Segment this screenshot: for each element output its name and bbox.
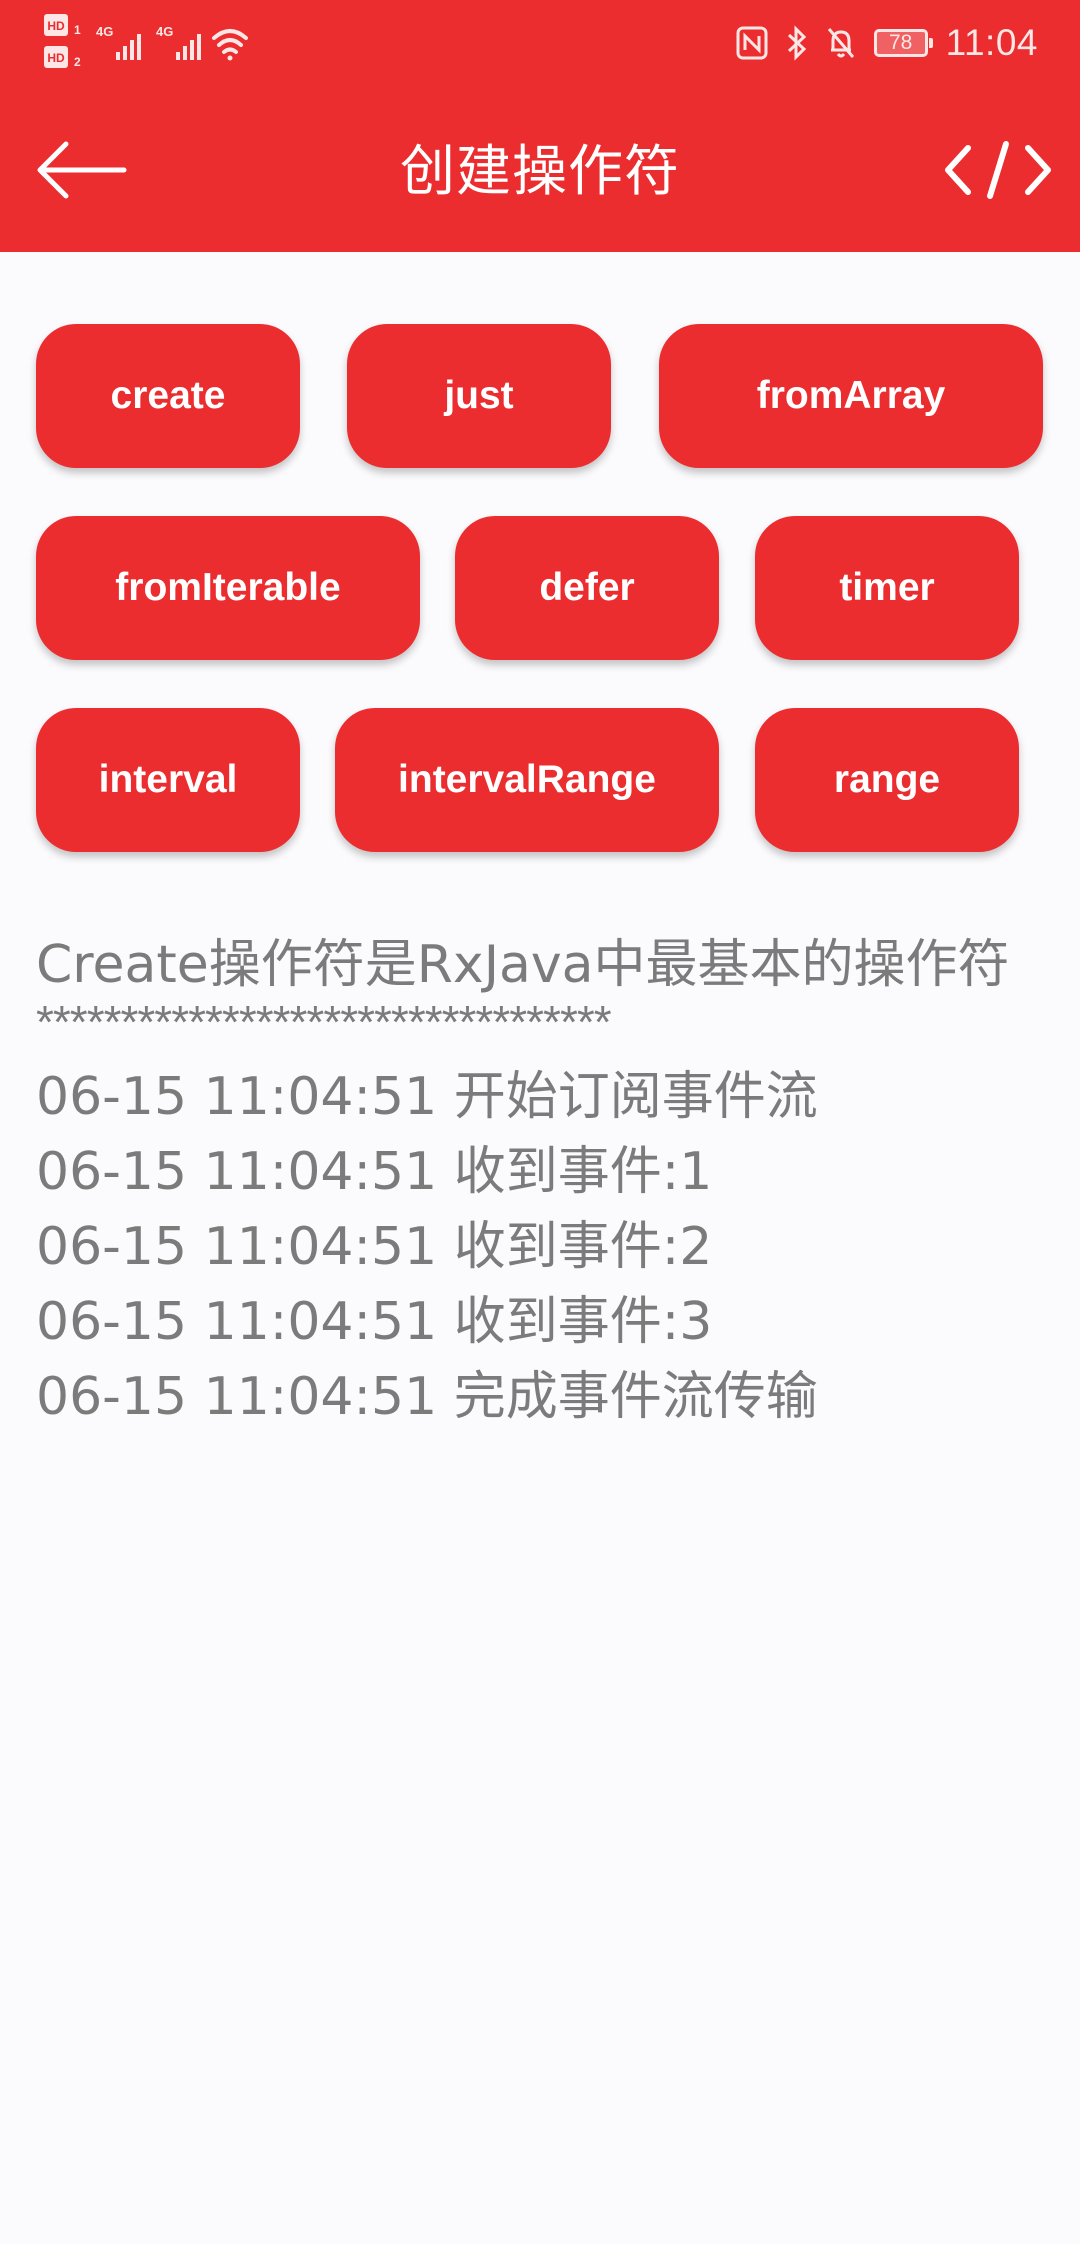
status-time: 11:04 bbox=[945, 22, 1038, 63]
svg-text:HD: HD bbox=[47, 51, 65, 65]
range-button[interactable]: range bbox=[755, 708, 1019, 852]
hd-sim1-icon: HD 1 bbox=[44, 14, 81, 37]
interval-range-button[interactable]: intervalRange bbox=[335, 708, 719, 852]
log-line: 06-15 11:04:51 收到事件:1 bbox=[36, 1142, 713, 1202]
timer-button[interactable]: timer bbox=[755, 516, 1019, 660]
toolbar: 创建操作符 bbox=[0, 86, 1080, 252]
svg-text:2: 2 bbox=[74, 55, 81, 69]
signal-4g-icon: 4G bbox=[96, 24, 141, 60]
bluetooth-icon bbox=[787, 25, 806, 61]
hd-sim2-icon: HD 2 bbox=[44, 46, 81, 69]
separator-line: ********************************** bbox=[36, 1002, 612, 1048]
event-log: 06-15 11:04:51 开始订阅事件流 06-15 11:04:51 收到… bbox=[36, 1060, 1046, 1435]
battery-level: 78 bbox=[888, 31, 913, 54]
view-code-button[interactable] bbox=[938, 122, 1058, 218]
code-icon bbox=[945, 141, 1051, 199]
status-right: 78 11:04 bbox=[736, 18, 1038, 68]
interval-button[interactable]: interval bbox=[36, 708, 300, 852]
status-bar: HD 1 HD 2 4G 4G 78 11:04 bbox=[0, 0, 1080, 86]
just-button[interactable]: just bbox=[347, 324, 611, 468]
battery-icon: 78 bbox=[873, 29, 933, 57]
signal-icons: HD 1 HD 2 4G 4G bbox=[44, 14, 248, 69]
nfc-icon bbox=[736, 26, 768, 60]
create-button[interactable]: create bbox=[36, 324, 300, 468]
page-title: 创建操作符 bbox=[399, 139, 680, 203]
from-array-button[interactable]: fromArray bbox=[659, 324, 1043, 468]
svg-text:1: 1 bbox=[74, 23, 81, 37]
output-panel: Create操作符是RxJava中最基本的操作符 ***************… bbox=[36, 928, 1046, 1435]
log-line: 06-15 11:04:51 完成事件流传输 bbox=[36, 1367, 818, 1427]
svg-text:4G: 4G bbox=[156, 24, 173, 39]
log-line: 06-15 11:04:51 收到事件:3 bbox=[36, 1292, 713, 1352]
mute-bell-icon bbox=[827, 28, 854, 58]
svg-text:HD: HD bbox=[47, 19, 65, 33]
log-line: 06-15 11:04:51 开始订阅事件流 bbox=[36, 1067, 818, 1127]
svg-text:4G: 4G bbox=[96, 24, 113, 39]
log-line: 06-15 11:04:51 收到事件:2 bbox=[36, 1217, 713, 1277]
wifi-icon bbox=[212, 29, 248, 61]
app-header: HD 1 HD 2 4G 4G 78 11:04 创建操作符 bbox=[0, 0, 1080, 252]
operator-description: Create操作符是RxJava中最基本的操作符 bbox=[36, 935, 1010, 995]
signal-4g-icon: 4G bbox=[156, 24, 201, 60]
defer-button[interactable]: defer bbox=[455, 516, 719, 660]
from-iterable-button[interactable]: fromIterable bbox=[36, 516, 420, 660]
